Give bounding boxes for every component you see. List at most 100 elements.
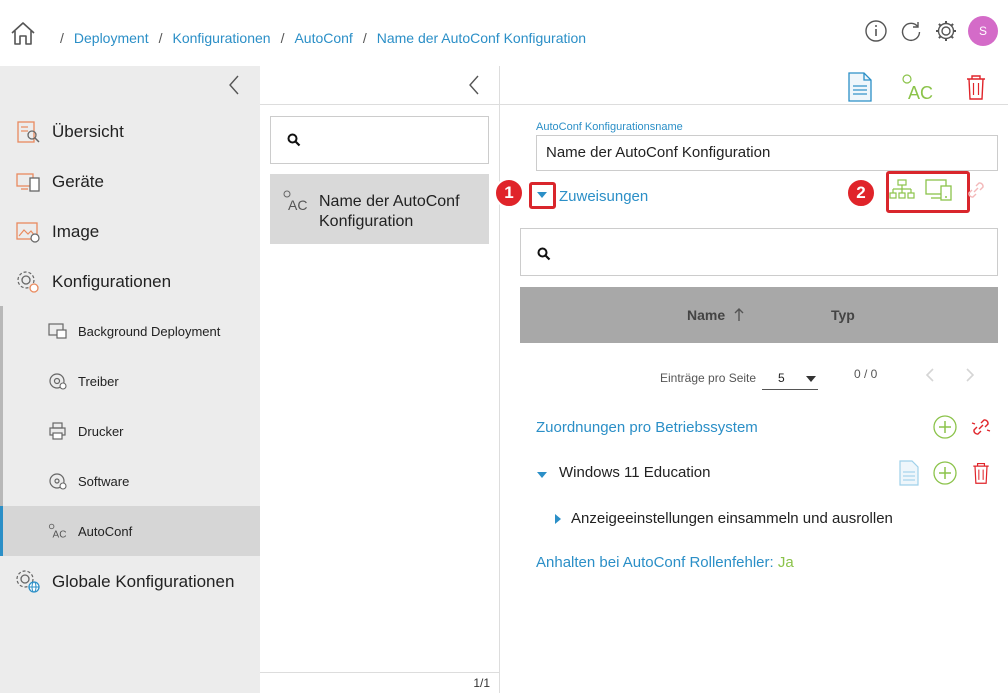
sidebar-subitem-treiber[interactable]: Treiber <box>0 356 260 406</box>
sidebar-subitem-autoconf[interactable]: AC AutoConf <box>0 506 260 556</box>
sidebar-item-label: Globale Konfigurationen <box>52 572 235 591</box>
overview-icon <box>15 119 41 145</box>
sidebar-subitem-label: Treiber <box>78 373 119 389</box>
sidebar-item-uebersicht[interactable]: Übersicht <box>0 107 260 157</box>
sidebar-subitem-label: Background Deployment <box>78 323 221 339</box>
document-icon[interactable] <box>842 70 878 104</box>
config-name-label: AutoConf Konfigurationsname <box>536 121 683 133</box>
list-item[interactable]: AC Name der AutoConf Konfiguration <box>270 174 489 244</box>
add-circle-icon[interactable] <box>932 460 958 486</box>
list-item-title: Name der AutoConf Konfiguration <box>319 193 460 230</box>
sidebar-item-geraete[interactable]: Geräte <box>0 157 260 207</box>
breadcrumb-separator: / <box>158 30 163 46</box>
sidebar-item-konfigurationen[interactable]: Konfigurationen <box>0 257 260 307</box>
list-pagination: 1/1 <box>473 676 490 690</box>
sidebar-subitem-drucker[interactable]: Drucker <box>0 406 260 456</box>
table-header: Name Typ <box>520 287 998 343</box>
delete-trash-icon[interactable] <box>958 70 994 104</box>
add-circle-icon[interactable] <box>932 414 958 440</box>
sidebar-subitem-background-deployment[interactable]: Background Deployment <box>0 306 260 356</box>
assignments-actions <box>888 176 990 204</box>
assignments-toggle-caret-icon[interactable] <box>530 183 554 207</box>
background-deployment-icon <box>48 321 68 341</box>
breadcrumb-separator: / <box>60 30 64 46</box>
avatar[interactable]: S <box>968 16 998 46</box>
home-icon[interactable] <box>10 20 36 46</box>
document-icon[interactable] <box>896 460 922 486</box>
detail-pane: AC AutoConf Konfigurationsname Name der … <box>494 66 1008 693</box>
breadcrumb-current[interactable]: Name der AutoConf Konfiguration <box>377 30 586 46</box>
image-icon <box>15 219 41 245</box>
pagination: Einträge pro Seite 5 0 / 0 <box>660 366 1000 396</box>
assign-device-icon[interactable] <box>925 176 953 204</box>
os-tree-row: Windows 11 Education <box>536 460 998 490</box>
sidebar-item-label: Konfigurationen <box>52 272 172 291</box>
info-icon[interactable] <box>863 18 889 44</box>
sidebar-subitem-software[interactable]: Software <box>0 456 260 506</box>
delete-trash-icon[interactable] <box>968 460 994 486</box>
search-icon <box>287 133 301 152</box>
os-mappings-actions <box>932 414 994 440</box>
per-page-select[interactable]: 5 <box>762 366 818 390</box>
sidebar-item-image[interactable]: Image <box>0 207 260 257</box>
assignments-search-input[interactable] <box>520 228 998 276</box>
divider <box>500 104 1008 105</box>
sidebar-item-label: Image <box>52 222 100 241</box>
per-page-value: 5 <box>778 371 785 385</box>
autoconf-icon: AC <box>48 521 68 541</box>
unlink-chain-icon[interactable] <box>962 176 990 204</box>
sidebar-collapse-chevron-icon[interactable] <box>226 74 242 96</box>
breadcrumb-separator: / <box>280 30 285 46</box>
halt-on-error-setting: Anhalten bei AutoConf Rollenfehler: Ja <box>536 554 794 571</box>
sort-ascending-icon <box>734 308 744 321</box>
column-header-typ[interactable]: Typ <box>831 307 855 323</box>
pagination-count: 0 / 0 <box>854 367 878 381</box>
sidebar-subitem-label: AutoConf <box>78 523 133 539</box>
list-collapse-chevron-icon[interactable] <box>466 74 482 96</box>
sidebar-subitem-label: Drucker <box>78 423 124 439</box>
list-search-input[interactable] <box>270 116 489 164</box>
previous-page-icon[interactable] <box>922 366 940 384</box>
printer-icon <box>48 421 68 441</box>
chevron-down-icon <box>806 376 816 382</box>
list-footer: 1/1 <box>260 672 500 693</box>
autoconf-add-icon[interactable]: AC <box>900 70 936 104</box>
devices-icon <box>15 169 41 195</box>
role-tree-row[interactable]: Anzeigeeinstellungen einsammeln und ausr… <box>554 508 994 532</box>
svg-text:AC: AC <box>288 197 307 213</box>
column-header-label: Name <box>687 307 726 323</box>
breadcrumb: / Deployment / Konfigurationen / AutoCon… <box>50 30 586 46</box>
search-icon <box>537 247 551 266</box>
configurations-icon <box>15 269 41 295</box>
settings-gear-icon[interactable] <box>933 18 959 44</box>
os-tree-label[interactable]: Windows 11 Education <box>559 464 710 481</box>
software-icon <box>48 471 68 491</box>
column-header-name[interactable]: Name <box>687 307 745 323</box>
breadcrumb-autoconf[interactable]: AutoConf <box>294 30 352 46</box>
breadcrumb-separator: / <box>362 30 367 46</box>
caret-right-icon[interactable] <box>554 512 566 526</box>
sidebar-subitem-label: Software <box>78 473 130 489</box>
sidebar-item-label: Geräte <box>52 172 104 191</box>
sidebar-item-globale-konfigurationen[interactable]: Globale Konfigurationen <box>0 557 260 607</box>
divider <box>260 104 500 105</box>
config-name-input[interactable]: Name der AutoConf Konfiguration <box>536 135 998 171</box>
callout-badge-2: 2 <box>846 178 876 208</box>
unlink-chain-icon[interactable] <box>968 414 994 440</box>
os-row-actions <box>896 460 994 486</box>
autoconf-icon: AC <box>282 188 310 216</box>
breadcrumb-konfigurationen[interactable]: Konfigurationen <box>172 30 270 46</box>
refresh-icon[interactable] <box>898 18 924 44</box>
next-page-icon[interactable] <box>960 366 978 384</box>
list-pane: AC Name der AutoConf Konfiguration 1/1 <box>260 66 500 693</box>
sidebar-item-label: Übersicht <box>52 122 124 141</box>
driver-icon <box>48 371 68 391</box>
assignments-section-title[interactable]: Zuweisungen <box>559 188 648 205</box>
top-bar: / Deployment / Konfigurationen / AutoCon… <box>0 0 1008 66</box>
assign-org-structure-icon[interactable] <box>888 176 916 204</box>
breadcrumb-deployment[interactable]: Deployment <box>74 30 149 46</box>
os-mappings-title: Zuordnungen pro Betriebssystem <box>536 419 758 436</box>
halt-on-error-value[interactable]: Ja <box>778 554 794 571</box>
detail-actions: AC <box>842 70 994 104</box>
caret-down-icon[interactable] <box>536 466 550 480</box>
